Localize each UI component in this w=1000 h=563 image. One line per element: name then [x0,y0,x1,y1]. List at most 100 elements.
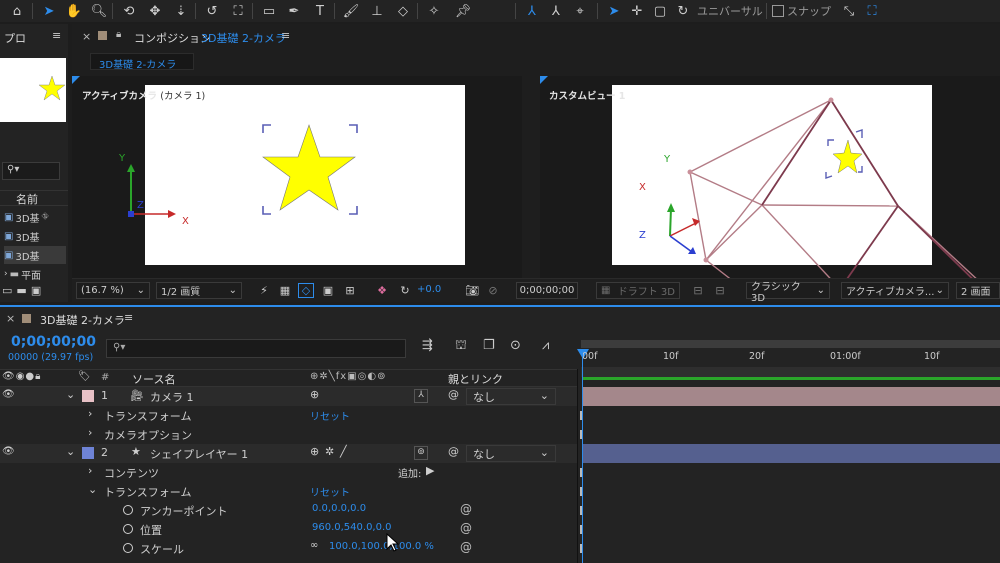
renderer-select[interactable]: クラシック 3D ⌄ [746,282,830,304]
source-name-header[interactable]: ソース名 [132,371,175,387]
chevron-down-icon[interactable]: ⌄ [88,483,97,496]
parent-select[interactable]: なし ⌄ [466,388,556,405]
exposure-value[interactable]: +0.0 [417,284,441,295]
comp-breadcrumb[interactable]: 3D基礎 2-カメラ [90,53,194,71]
zoom-tool-icon[interactable]: 🔍︎ [88,1,110,21]
orbit-camera-icon[interactable]: ⟲ [118,1,140,21]
shy-switch-icon[interactable]: ⊕ [310,445,319,458]
transparency-grid-icon[interactable]: ▦ [277,283,293,298]
constrain-proportions-icon[interactable]: ∞ [310,540,318,551]
fast-previews-icon[interactable]: ⚡ [256,283,272,298]
current-time-display[interactable]: 0;00;00;00 [11,334,96,350]
property-group-transform[interactable]: ⌄ トランスフォーム リセット [0,482,577,501]
expression-pickwhip-icon[interactable]: @ [460,502,472,516]
move-icon[interactable]: ✛ [626,1,648,21]
close-icon[interactable]: × [6,312,15,325]
property-group-contents[interactable]: › コンテンツ 追加: ▶ [0,463,577,482]
shy-switch-icon[interactable]: ⊕ [310,388,319,401]
project-item[interactable]: ▣ 3D基 ⛗ [4,208,66,226]
parent-link-header[interactable]: 親とリンク [448,371,503,387]
av-switches-icon[interactable]: 👁◉●🔒︎ [2,371,41,382]
text-tool-icon[interactable]: T [309,1,331,21]
project-search-input[interactable]: ⚲▾ [2,162,60,180]
time-ruler[interactable]: 00f 10f 20f 01:00f 10f [577,337,1000,387]
comp-flowchart-icon[interactable]: ⇶ [422,338,433,353]
roto-brush-icon[interactable]: ✧ [423,1,445,21]
view-axis-icon[interactable]: ⌖ [569,1,591,21]
brush-tool-icon[interactable]: 🖌︎ [340,1,362,21]
3d-layer-icon[interactable]: ⊚ [414,446,428,460]
expand-chevron-icon[interactable]: ⌄ [66,445,75,458]
quality-switch-icon[interactable]: ╱ [340,445,347,458]
eye-icon[interactable]: 👁 [2,446,15,457]
panel-menu-icon[interactable]: ≡ [52,29,61,42]
dolly-camera-icon[interactable]: ⇣ [170,1,192,21]
project-item[interactable]: ▣ 3D基 [4,246,66,264]
grid-guides-icon[interactable]: ⊞ [342,283,358,298]
new-folder-icon[interactable]: ▬ [16,284,26,302]
chevron-right-icon[interactable]: › [88,407,92,420]
snap-checkbox[interactable] [772,5,784,17]
project-item[interactable]: ▣ 3D基 [4,227,66,245]
channels-icon[interactable]: ❖ [374,283,390,298]
mask-visibility-icon[interactable]: ◇ [298,283,314,298]
property-scale[interactable]: スケール ∞ 100.0,100.0,100.0 % @ [0,539,577,558]
selection-tool-icon[interactable]: ➤ [38,1,60,21]
camera-view-select[interactable]: アクティブカメラ... ⌄ [841,282,949,299]
timecode-field[interactable]: 0;00;00;00 [516,282,578,299]
home-icon[interactable]: ⌂ [6,1,28,21]
layer-label-color[interactable] [82,447,94,459]
scale-value[interactable]: 100.0,100.0,100.0 % [329,541,434,552]
show-snapshot-icon[interactable]: ⊘ [485,283,501,298]
stopwatch-icon[interactable] [123,505,133,515]
rotate-tool-icon[interactable]: ↺ [201,1,223,21]
name-column-header[interactable]: 名前 [16,191,38,207]
position-value[interactable]: 960.0,540.0,0.0 [312,522,392,533]
work-area-bar[interactable] [581,340,1000,348]
graph-editor-icon[interactable]: ⩘ [542,338,549,353]
draft-3d-timeline-icon[interactable]: ⛫ [455,338,467,355]
parent-select[interactable]: なし ⌄ [466,445,556,462]
reset-exposure-icon[interactable]: ↻ [397,283,413,298]
eye-icon[interactable]: 👁 [2,389,15,400]
pickwhip-icon[interactable]: @ [448,445,459,458]
scale-icon[interactable]: ▢ [649,1,671,21]
stopwatch-icon[interactable] [123,524,133,534]
view-layout-select[interactable]: 2 画面 [956,282,1000,299]
stopwatch-icon[interactable] [123,543,133,553]
new-comp-icon[interactable]: ▣ [31,284,41,302]
clone-stamp-icon[interactable]: ⊥ [366,1,388,21]
composition-tab-name[interactable]: 3D基礎 2-カメラ [201,30,286,46]
eraser-tool-icon[interactable]: ◇ [392,1,414,21]
anchor-point-value[interactable]: 0.0,0.0,0.0 [312,503,366,514]
reset-link[interactable]: リセット [310,484,350,499]
panel-menu-icon[interactable]: ≡ [124,311,133,324]
shape-layer-bar[interactable] [583,444,1000,463]
project-tab[interactable]: プロ [4,30,26,46]
expression-pickwhip-icon[interactable]: @ [460,521,472,535]
expand-chevron-icon[interactable]: ⌄ [66,388,75,401]
expression-pickwhip-icon[interactable]: @ [460,540,472,554]
timeline-tab-label[interactable]: 3D基礎 2-カメラ [40,312,125,328]
local-axis-icon[interactable]: ⅄ [521,1,543,21]
layer-label-color[interactable] [82,390,94,402]
3d-ground-plane-icon[interactable]: ⊟ [690,283,706,298]
world-axis-icon[interactable]: ⅄ [545,1,567,21]
frame-blending-icon[interactable]: ⊙ [510,338,521,353]
snap-options-icon[interactable]: ⤡ [838,1,860,21]
resolution-select[interactable]: 1/2 画質 ⌄ [156,282,242,299]
label-icon[interactable]: 🏷︎ [78,371,91,382]
pickwhip-icon[interactable]: @ [448,388,459,401]
add-menu-icon[interactable]: ▶ [426,464,434,477]
collapse-switch-icon[interactable]: ✲ [325,445,334,458]
panel-menu-icon[interactable]: ≡ [281,29,290,42]
layer-name[interactable]: シェイプレイヤー 1 [150,446,248,462]
property-group-transform[interactable]: › トランスフォーム リセット [0,406,577,425]
property-group-camera-options[interactable]: › カメラオプション [0,425,577,444]
reset-link[interactable]: リセット [310,408,350,423]
composition-tab-label[interactable]: コンポジション [134,30,211,46]
zoom-select[interactable]: (16.7 %) ⌄ [76,282,150,299]
region-of-interest-icon[interactable]: ▣ [320,283,336,298]
focus-icon[interactable]: ⛶ [861,1,883,21]
shy-layers-icon[interactable]: ❐ [483,338,495,353]
